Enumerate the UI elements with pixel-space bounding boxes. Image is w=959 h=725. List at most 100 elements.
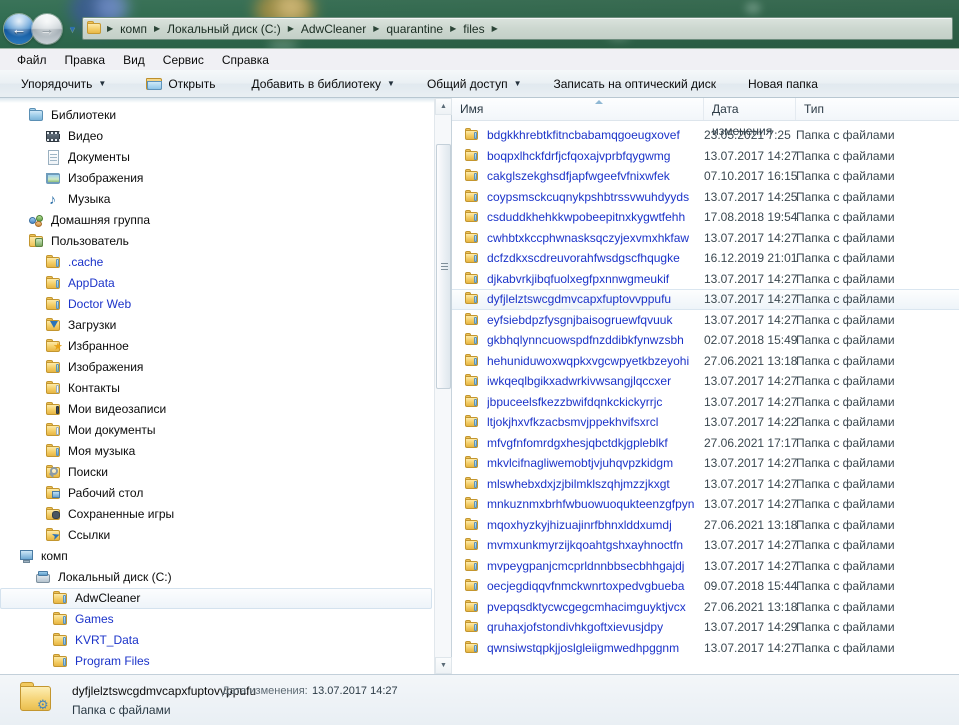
table-row[interactable]: mnkuznmxbrhfwbuowuoqukteenzgfpyn 13.07.20…	[452, 494, 959, 515]
table-row[interactable]: djkabvrkjibqfuolxegfpxnnwgmeukif 13.07.20…	[452, 269, 959, 290]
table-row[interactable]: dcfzdkxscdreuvorahfwsdgscfhqugke 16.12.20…	[452, 248, 959, 269]
table-row[interactable]: eyfsiebdpzfysgnjbaisogruewfqvuuk 13.07.20…	[452, 310, 959, 331]
tree-item-10[interactable]: Загрузки	[0, 316, 434, 335]
breadcrumb-item-3[interactable]: quarantine	[382, 19, 447, 39]
folder-icon	[464, 312, 480, 327]
tree-item-15[interactable]: Мои документы	[0, 421, 434, 440]
table-row[interactable]: mvpeygpanjcmcprldnnbbsecbhhgajdj 13.07.20…	[452, 556, 959, 577]
tree-item-label: Мои документы	[68, 423, 156, 437]
breadcrumb-separator[interactable]: ▶	[104, 19, 116, 39]
breadcrumb-item-4[interactable]: files	[459, 19, 488, 39]
file-name-cell: mkvlcifnagliwemobtjvjuhqvpzkidgm	[487, 456, 674, 471]
scroll-up-button[interactable]: ▲	[435, 98, 452, 115]
table-row[interactable]: mlswhebxdxjzjbilmklszqhjmzzjkxgt 13.07.20…	[452, 474, 959, 495]
table-row[interactable]: csduddkhehkkwpobeepitnxkygwtfehh 17.08.20…	[452, 207, 959, 228]
table-row[interactable]: mfvgfnfomrdgxhesjqbctdkjgpleblkf 27.06.20…	[452, 433, 959, 454]
tree-item-0[interactable]: Библиотеки	[0, 106, 434, 125]
file-date-cell: 13.07.2017 14:27	[704, 312, 798, 327]
table-row[interactable]: mqoxhyzkyjhizuajinrfbhnxlddxumdj 27.06.20…	[452, 515, 959, 536]
scroll-down-button[interactable]: ▼	[435, 657, 452, 674]
file-type-cell: Папка с файлами	[796, 640, 895, 655]
menu-edit[interactable]: Правка	[56, 50, 115, 70]
burn-to-disc-button[interactable]: Записать на оптический диск	[544, 72, 725, 96]
desktop-glow-5	[745, 2, 761, 14]
add-to-library-button[interactable]: Добавить в библиотеку ▼	[242, 72, 403, 96]
tree-item-21[interactable]: комп	[0, 547, 434, 566]
table-row[interactable]: bdgkkhrebtkfitncbabamqgoeugxovef 23.05.20…	[452, 125, 959, 146]
tree-item-23[interactable]: AdwCleaner	[0, 588, 432, 609]
tree-item-label: Контакты	[68, 381, 120, 395]
tree-item-12[interactable]: Изображения	[0, 358, 434, 377]
breadcrumb-separator[interactable]: ▶	[447, 19, 459, 39]
breadcrumb-separator[interactable]: ▶	[151, 19, 163, 39]
new-folder-button[interactable]: Новая папка	[739, 72, 827, 96]
tree-item-5[interactable]: Домашняя группа	[0, 211, 434, 230]
tree-item-3[interactable]: Изображения	[0, 169, 434, 188]
tree-item-16[interactable]: Моя музыка	[0, 442, 434, 461]
tree-item-11[interactable]: ★ Избранное	[0, 337, 434, 356]
column-header-name[interactable]: Имя	[452, 98, 704, 120]
tree-item-24[interactable]: Games	[0, 610, 434, 629]
breadcrumb-item-2[interactable]: AdwCleaner	[297, 19, 370, 39]
organize-button[interactable]: Упорядочить ▼	[12, 72, 115, 96]
tree-item-4[interactable]: ♪ Музыка	[0, 190, 434, 209]
tree-item-8[interactable]: AppData	[0, 274, 434, 293]
menu-file[interactable]: Файл	[8, 50, 56, 70]
tree-item-22[interactable]: Локальный диск (C:)	[0, 568, 434, 587]
tree-item-26[interactable]: Program Files	[0, 652, 434, 671]
tree-item-14[interactable]: Мои видеозаписи	[0, 400, 434, 419]
column-header-date[interactable]: Дата изменения	[704, 98, 796, 138]
tree-item-1[interactable]: Видео	[0, 127, 434, 146]
scrollbar-thumb[interactable]	[436, 144, 451, 389]
tree-item-18[interactable]: Рабочий стол	[0, 484, 434, 503]
file-type-cell: Папка с файлами	[796, 538, 895, 553]
tree-item-17[interactable]: Поиски	[0, 463, 434, 482]
tree-item-label: Сохраненные игры	[68, 507, 175, 521]
menu-tools[interactable]: Сервис	[154, 50, 213, 70]
tree-item-label: .cache	[68, 255, 104, 269]
open-button[interactable]: Открыть	[137, 72, 224, 96]
table-row[interactable]: coypsmsckcuqnykpshbtrssvwuhdyyds 13.07.20…	[452, 187, 959, 208]
tree-item-19[interactable]: Сохраненные игры	[0, 505, 434, 524]
column-header-type[interactable]: Тип	[796, 98, 959, 120]
table-row[interactable]: cwhbtxkccphwnasksqczyjexvmxhkfaw 13.07.20…	[452, 228, 959, 249]
table-row[interactable]: qwnsiwstqpkjjoslgleiigmwedhpggnm 13.07.20…	[452, 638, 959, 659]
forward-button[interactable]: →	[32, 14, 62, 44]
menu-view[interactable]: Вид	[114, 50, 154, 70]
breadcrumb-separator[interactable]: ▶	[285, 19, 297, 39]
file-date-cell: 13.07.2017 14:27	[704, 456, 798, 471]
table-row[interactable]: dyfjlelztswcgdmvcapxfuptovvppufu 13.07.20…	[452, 289, 959, 310]
file-date-cell: 16.12.2019 21:01	[704, 251, 798, 266]
tree-item-9[interactable]: Doctor Web	[0, 295, 434, 314]
address-bar[interactable]: ▶ комп ▶ Локальный диск (C:) ▶ AdwCleane…	[82, 17, 953, 40]
share-button[interactable]: Общий доступ ▼	[418, 72, 531, 96]
breadcrumb-item-1[interactable]: Локальный диск (C:)	[163, 19, 285, 39]
table-row[interactable]: cakglszekghsdfjapfwgeefvfnixwfek 07.10.20…	[452, 166, 959, 187]
file-type-cell: Папка с файлами	[796, 394, 895, 409]
file-name-cell: csduddkhehkkwpobeepitnxkygwtfehh	[487, 210, 686, 225]
tree-item-6[interactable]: Пользователь	[0, 232, 434, 251]
table-row[interactable]: jbpuceelsfkezzbwifdqnkckickyrrjc 13.07.20…	[452, 392, 959, 413]
tree-item-13[interactable]: Контакты	[0, 379, 434, 398]
table-row[interactable]: hehuniduwoxwqpkxvgcwpyetkbzeyohi 27.06.20…	[452, 351, 959, 372]
table-row[interactable]: ltjokjhxvfkzacbsmvjppekhvifsxrcl 13.07.20…	[452, 412, 959, 433]
table-row[interactable]: mvmxunkmyrzijkqoahtgshxayhnoctfn 13.07.20…	[452, 535, 959, 556]
table-row[interactable]: mkvlcifnagliwemobtjvjuhqvpzkidgm 13.07.20…	[452, 453, 959, 474]
navigation-scrollbar[interactable]: ▲ ▼	[434, 98, 452, 674]
breadcrumb-separator[interactable]: ▶	[489, 19, 501, 39]
tree-item-25[interactable]: KVRT_Data	[0, 631, 434, 650]
tree-item-2[interactable]: Документы	[0, 148, 434, 167]
chevron-down-icon[interactable]: ▼	[66, 24, 79, 34]
table-row[interactable]: oecjegdiqqvfnmckwnrtoxpedvgbueba 09.07.20…	[452, 576, 959, 597]
table-row[interactable]: pvepqsdktycwcgegcmhacimguyktjvcx 27.06.20…	[452, 597, 959, 618]
tree-item-7[interactable]: .cache	[0, 253, 434, 272]
breadcrumb-item-0[interactable]: комп	[116, 19, 151, 39]
back-button[interactable]: ←	[4, 14, 34, 44]
table-row[interactable]: gkbhqlynncuowspdfnzddibkfynwzsbh 02.07.20…	[452, 330, 959, 351]
table-row[interactable]: iwkqeqlbgikxadwrkivwsangjlqccxer 13.07.20…	[452, 371, 959, 392]
tree-item-20[interactable]: ➤ Ссылки	[0, 526, 434, 545]
table-row[interactable]: qruhaxjofstondivhkgoftxievusjdpy 13.07.20…	[452, 617, 959, 638]
breadcrumb-separator[interactable]: ▶	[370, 19, 382, 39]
menu-help[interactable]: Справка	[213, 50, 278, 70]
table-row[interactable]: boqpxlhckfdrfjcfqoxajvprbfqygwmg 13.07.20…	[452, 146, 959, 167]
